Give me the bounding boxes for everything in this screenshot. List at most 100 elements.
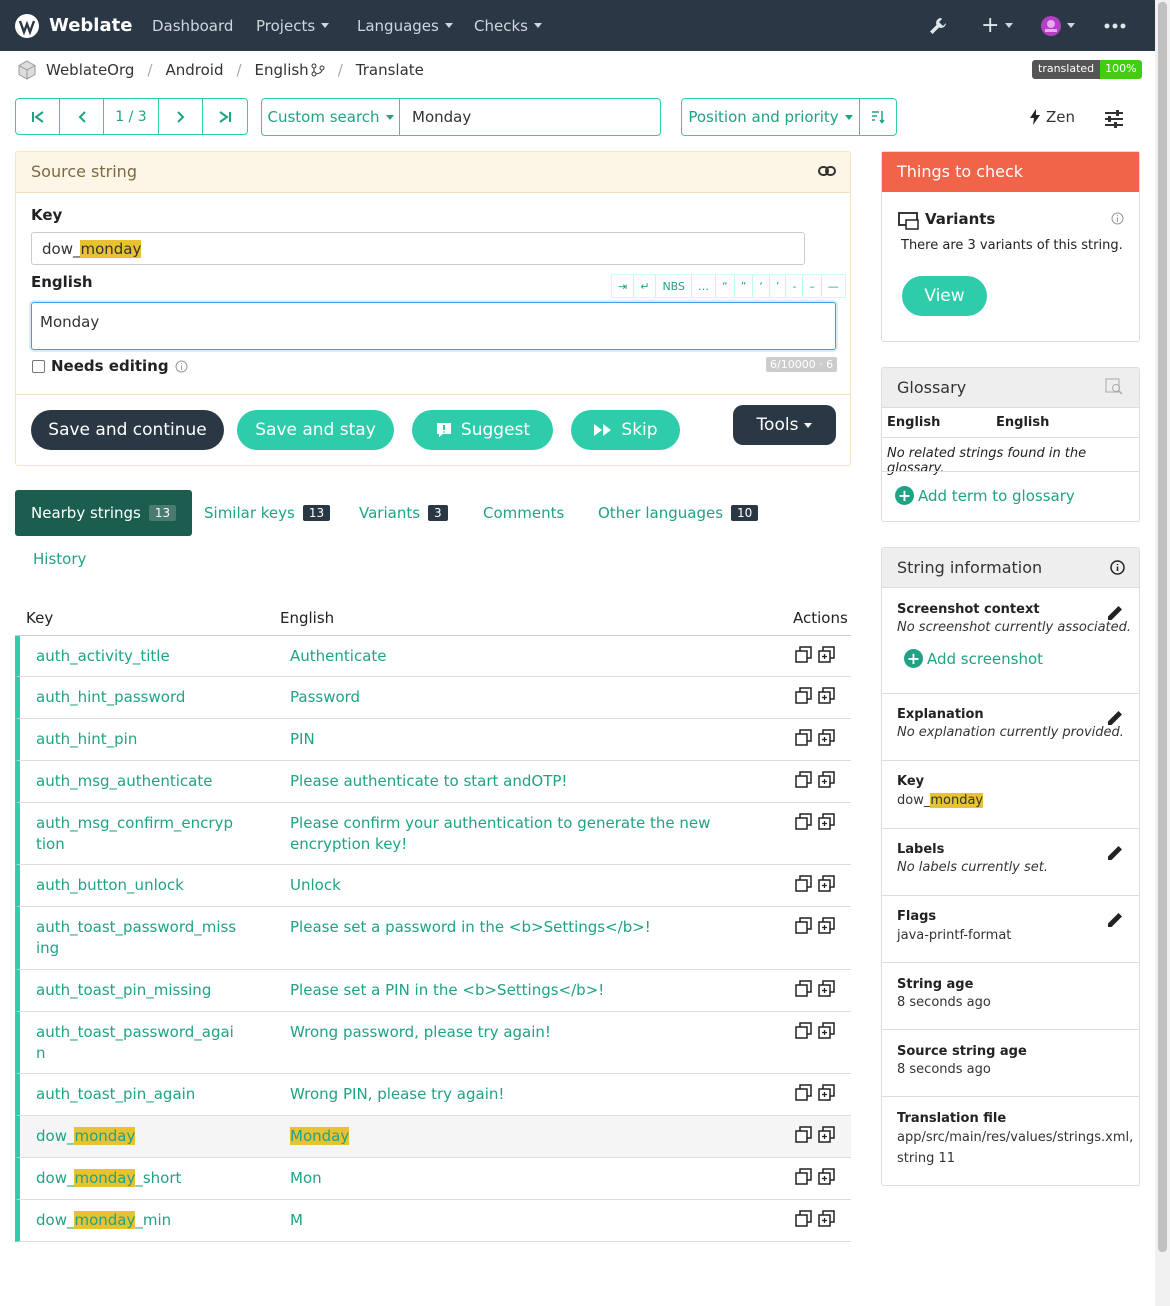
row-key[interactable]: dow_monday	[36, 1126, 136, 1147]
clone-icon[interactable]	[818, 875, 835, 896]
row-key[interactable]: dow_monday_min	[36, 1210, 171, 1231]
copy-icon[interactable]	[795, 729, 812, 750]
table-row[interactable]: auth_toast_password_miss ing Please set a …	[15, 907, 851, 970]
table-row[interactable]: auth_button_unlock Unlock	[15, 865, 851, 907]
row-key[interactable]: auth_hint_pin	[36, 729, 137, 750]
char-ellipsis[interactable]: …	[692, 275, 717, 297]
save-stay-button[interactable]: Save and stay	[237, 410, 394, 450]
nav-projects[interactable]: Projects	[256, 0, 330, 51]
clone-icon[interactable]	[818, 1210, 835, 1231]
clone-icon[interactable]	[818, 917, 835, 938]
crumb-project[interactable]: Android	[165, 61, 223, 79]
clone-icon[interactable]	[818, 1084, 835, 1105]
clone-icon[interactable]	[818, 729, 835, 750]
tab-comments[interactable]: Comments	[483, 490, 564, 536]
row-text[interactable]: Wrong PIN, please try again!	[290, 1084, 504, 1105]
char-emdash[interactable]: —	[822, 275, 845, 297]
tab-variants[interactable]: Variants 3	[359, 490, 448, 536]
row-key[interactable]: auth_button_unlock	[36, 875, 184, 896]
info-icon[interactable]	[1111, 212, 1124, 225]
tools-button[interactable]: Tools	[733, 405, 836, 445]
row-key[interactable]: auth_hint_password	[36, 687, 185, 708]
copy-icon[interactable]	[795, 646, 812, 667]
row-text[interactable]: Please confirm your authentication to ge…	[290, 813, 710, 855]
edit-pencil-icon[interactable]	[1105, 708, 1125, 728]
row-key[interactable]: auth_msg_authenticate	[36, 771, 212, 792]
more-icon[interactable]	[1104, 0, 1126, 51]
char-endash[interactable]: –	[803, 275, 822, 297]
link-icon[interactable]	[818, 164, 836, 178]
needs-editing-checkbox[interactable]: Needs editing	[32, 357, 188, 375]
sort-button[interactable]: Position and priority	[682, 99, 860, 135]
row-key[interactable]: auth_toast_password_agai n	[36, 1022, 234, 1064]
copy-icon[interactable]	[795, 917, 812, 938]
brand[interactable]: Weblate	[14, 0, 132, 51]
zen-button[interactable]: Zen	[1030, 108, 1075, 126]
edit-pencil-icon[interactable]	[1105, 910, 1125, 930]
copy-icon[interactable]	[795, 1168, 812, 1189]
copy-icon[interactable]	[795, 1084, 812, 1105]
row-text[interactable]: Monday	[290, 1126, 350, 1147]
copy-icon[interactable]	[795, 1126, 812, 1147]
clone-icon[interactable]	[818, 646, 835, 667]
view-button[interactable]: View	[902, 276, 987, 316]
table-row[interactable]: auth_activity_title Authenticate	[15, 636, 851, 677]
add-screenshot-link[interactable]: + Add screenshot	[904, 649, 1043, 668]
copy-icon[interactable]	[795, 813, 812, 834]
clone-icon[interactable]	[818, 1022, 835, 1043]
clone-icon[interactable]	[818, 687, 835, 708]
row-text[interactable]: Please authenticate to start andOTP!	[290, 771, 567, 792]
translated-badge[interactable]: translated 100%	[1032, 60, 1142, 79]
copy-icon[interactable]	[795, 980, 812, 1001]
translation-textarea[interactable]: Monday	[31, 302, 836, 350]
table-row[interactable]: auth_toast_pin_missing Please set a PIN i…	[15, 970, 851, 1012]
edit-pencil-icon[interactable]	[1105, 603, 1125, 623]
clone-icon[interactable]	[818, 771, 835, 792]
last-page-button[interactable]	[203, 99, 247, 134]
copy-icon[interactable]	[795, 1210, 812, 1231]
row-text[interactable]: Password	[290, 687, 360, 708]
table-row[interactable]: dow_monday_short Mon	[15, 1158, 851, 1200]
scrollbar[interactable]	[1155, 0, 1170, 1306]
crumb-component[interactable]: English	[255, 61, 309, 79]
user-menu[interactable]	[1041, 0, 1075, 51]
clone-icon[interactable]	[818, 1168, 835, 1189]
row-text[interactable]: M	[290, 1210, 303, 1231]
row-text[interactable]: PIN	[290, 729, 315, 750]
row-key[interactable]: auth_toast_pin_missing	[36, 980, 211, 1001]
copy-icon[interactable]	[795, 875, 812, 896]
nav-languages[interactable]: Languages	[357, 0, 453, 51]
char-lsquo[interactable]: ‘	[753, 275, 770, 297]
char-rdquo[interactable]: ”	[735, 275, 754, 297]
table-row[interactable]: auth_msg_confirm_encryp tion Please confir…	[15, 803, 851, 865]
copy-icon[interactable]	[795, 1022, 812, 1043]
tab-similar-keys[interactable]: Similar keys 13	[204, 490, 331, 536]
nav-checks[interactable]: Checks	[474, 0, 542, 51]
tab-other-languages[interactable]: Other languages 10	[598, 490, 759, 536]
clone-icon[interactable]	[818, 980, 835, 1001]
char-tab[interactable]: ⇥	[612, 275, 635, 297]
row-text[interactable]: Mon	[290, 1168, 322, 1189]
table-row[interactable]: dow_monday_min M	[15, 1200, 851, 1242]
search-input[interactable]: Monday	[400, 99, 471, 135]
custom-search-button[interactable]: Custom search	[262, 99, 400, 135]
suggest-button[interactable]: Suggest	[412, 410, 553, 450]
copy-icon[interactable]	[795, 771, 812, 792]
copy-icon[interactable]	[795, 687, 812, 708]
sliders-icon[interactable]	[1104, 110, 1124, 128]
clone-icon[interactable]	[818, 1126, 835, 1147]
nav-dashboard[interactable]: Dashboard	[152, 0, 233, 51]
tab-nearby-strings[interactable]: Nearby strings 13	[15, 490, 193, 536]
row-key[interactable]: auth_toast_password_miss ing	[36, 917, 236, 959]
prev-page-button[interactable]	[60, 99, 104, 134]
row-key[interactable]: auth_msg_confirm_encryp tion	[36, 813, 233, 855]
crumb-org[interactable]: WeblateOrg	[46, 61, 134, 79]
table-row[interactable]: dow_monday Monday	[15, 1116, 851, 1158]
char-nbsp[interactable]: NBS	[656, 275, 693, 297]
char-ldquo[interactable]: “	[716, 275, 735, 297]
info-icon[interactable]	[1110, 560, 1125, 575]
sort-direction-icon[interactable]	[860, 99, 896, 135]
scrollbar-thumb[interactable]	[1158, 2, 1167, 1252]
table-row[interactable]: auth_hint_pin PIN	[15, 719, 851, 761]
row-text[interactable]: Wrong password, please try again!	[290, 1022, 551, 1043]
